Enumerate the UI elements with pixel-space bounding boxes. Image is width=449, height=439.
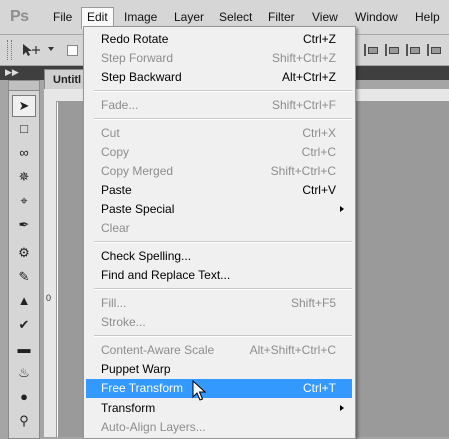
menu-item-shortcut: Shift+F5 (290, 296, 336, 310)
distribute-icon[interactable] (427, 44, 443, 56)
menu-item-fade[interactable]: Fade... Shift+Ctrl+F (86, 96, 352, 115)
menu-item-label: Auto-Align Layers... (101, 420, 206, 434)
menu-item-label: Step Backward (101, 70, 182, 84)
menu-item-shortcut: Ctrl+T (303, 381, 336, 395)
menu-item-paste-special[interactable]: Paste Special (86, 200, 352, 219)
align-controls (364, 44, 448, 59)
menu-item-label: Transform (101, 401, 156, 415)
marquee-tool-icon[interactable]: □ (14, 119, 34, 139)
menu-item-label: Fade... (101, 98, 139, 112)
tool-preset-dropdown-icon[interactable] (48, 47, 54, 51)
menu-item-shortcut: Shift+Ctrl+Z (271, 51, 336, 65)
paint-bucket-tool-icon[interactable]: ♨ (14, 363, 34, 383)
ruler-zero-mark: 0 (46, 293, 52, 303)
menu-item-label: Step Forward (101, 51, 174, 65)
menu-item-shortcut: Ctrl+Z (303, 32, 336, 46)
menu-item-redo-rotate[interactable]: Redo Rotate Ctrl+Z (86, 30, 352, 49)
menu-item-paste[interactable]: Paste Ctrl+V (86, 181, 352, 200)
menu-item-shortcut: Alt+Ctrl+Z (281, 70, 336, 84)
menu-item-shortcut: Shift+Ctrl+C (270, 164, 336, 178)
menu-item-label: Clear (101, 221, 130, 235)
menu-filter[interactable]: Filter (268, 10, 295, 24)
move-tool-preset-icon[interactable] (22, 43, 44, 60)
canvas-edge (57, 102, 58, 437)
menu-item-shortcut: Alt+Shift+Ctrl+C (249, 343, 336, 357)
brush-tool-icon[interactable]: ✎ (14, 267, 34, 287)
menu-separator (94, 118, 352, 120)
submenu-arrow-icon (340, 206, 344, 212)
menu-item-shortcut: Ctrl+C (301, 145, 336, 159)
menu-separator (94, 90, 352, 92)
menu-separator (94, 288, 352, 290)
menu-item-label: Content-Aware Scale (101, 343, 215, 357)
menu-view[interactable]: View (312, 10, 338, 24)
menu-select[interactable]: Select (219, 10, 252, 24)
menu-item-label: Copy (101, 145, 130, 159)
menu-layer[interactable]: Layer (174, 10, 204, 24)
menu-help[interactable]: Help (415, 10, 440, 24)
menu-item-content-aware-scale[interactable]: Content-Aware Scale Alt+Shift+Ctrl+C (86, 341, 352, 360)
menu-item-label: Copy Merged (101, 164, 174, 178)
menu-item-step-backward[interactable]: Step Backward Alt+Ctrl+Z (86, 68, 352, 87)
blur-tool-icon[interactable]: ● (14, 387, 34, 407)
menu-item-label: Cut (101, 126, 120, 140)
menu-item-label: Stroke... (101, 315, 146, 329)
tools-panel: ➤ □ ∞ ✵ ⌖ ✒ ⚙ ✎ ▲ ✔ ▬ ♨ ● ⚲ (8, 90, 40, 439)
healing-brush-tool-icon[interactable]: ⚙ (14, 243, 34, 263)
menu-item-fill[interactable]: Fill... Shift+F5 (86, 294, 352, 313)
menu-item-free-transform[interactable]: Free Transform Ctrl+T (86, 379, 352, 398)
menu-item-label: Redo Rotate (101, 32, 169, 46)
menu-item-cut[interactable]: Cut Ctrl+X (86, 124, 352, 143)
menu-item-label: Free Transform (101, 381, 184, 395)
menu-item-transform[interactable]: Transform (86, 399, 352, 418)
menu-item-label: Fill... (101, 296, 127, 310)
clone-stamp-tool-icon[interactable]: ▲ (14, 291, 34, 311)
menu-item-clear[interactable]: Clear (86, 219, 352, 238)
menu-window[interactable]: Window (355, 10, 398, 24)
align-center-icon[interactable] (385, 44, 401, 56)
auto-select-checkbox[interactable] (67, 45, 78, 56)
menu-item-label: Puppet Warp (101, 362, 171, 376)
eyedropper-tool-icon[interactable]: ✒ (14, 215, 34, 235)
crop-tool-icon[interactable]: ⌖ (14, 191, 34, 211)
menu-item-shortcut: Ctrl+X (302, 126, 336, 140)
move-tool-icon[interactable]: ➤ (12, 95, 36, 117)
menu-separator (94, 241, 352, 243)
collapse-panels-icon[interactable]: ▶▶ (5, 67, 19, 78)
menu-item-copy-merged[interactable]: Copy Merged Shift+Ctrl+C (86, 162, 352, 181)
menu-item-auto-align-layers[interactable]: Auto-Align Layers... (86, 418, 352, 437)
menu-item-stroke[interactable]: Stroke... (86, 313, 352, 332)
submenu-arrow-icon (340, 405, 344, 411)
menu-item-shortcut: Ctrl+V (302, 183, 336, 197)
menu-item-copy[interactable]: Copy Ctrl+C (86, 143, 352, 162)
menu-item-shortcut: Shift+Ctrl+F (271, 98, 336, 112)
quick-select-tool-icon[interactable]: ✵ (14, 167, 34, 187)
history-brush-tool-icon[interactable]: ✔ (14, 315, 34, 335)
edit-menu-dropdown: Redo Rotate Ctrl+Z Step Forward Shift+Ct… (83, 26, 356, 439)
vertical-ruler[interactable] (44, 101, 57, 437)
photoshop-logo: Ps (10, 8, 29, 25)
menu-item-label: Check Spelling... (101, 249, 192, 263)
dodge-tool-icon[interactable]: ⚲ (14, 411, 34, 431)
options-grip-icon[interactable] (7, 40, 12, 60)
menu-item-label: Paste (101, 183, 132, 197)
lasso-tool-icon[interactable]: ∞ (14, 143, 34, 163)
menu-separator (94, 335, 352, 337)
align-right-icon[interactable] (406, 44, 422, 56)
mouse-pointer-icon (192, 379, 207, 405)
menu-item-check-spelling[interactable]: Check Spelling... (86, 247, 352, 266)
menu-item-find-replace[interactable]: Find and Replace Text... (86, 266, 352, 285)
align-left-icon[interactable] (364, 44, 380, 56)
menu-item-label: Find and Replace Text... (101, 268, 231, 282)
menu-item-label: Paste Special (101, 202, 175, 216)
eraser-tool-icon[interactable]: ▬ (14, 339, 34, 359)
menu-file[interactable]: File (53, 10, 72, 24)
menu-image[interactable]: Image (124, 10, 157, 24)
menu-item-step-forward[interactable]: Step Forward Shift+Ctrl+Z (86, 49, 352, 68)
menu-item-puppet-warp[interactable]: Puppet Warp (86, 360, 352, 379)
